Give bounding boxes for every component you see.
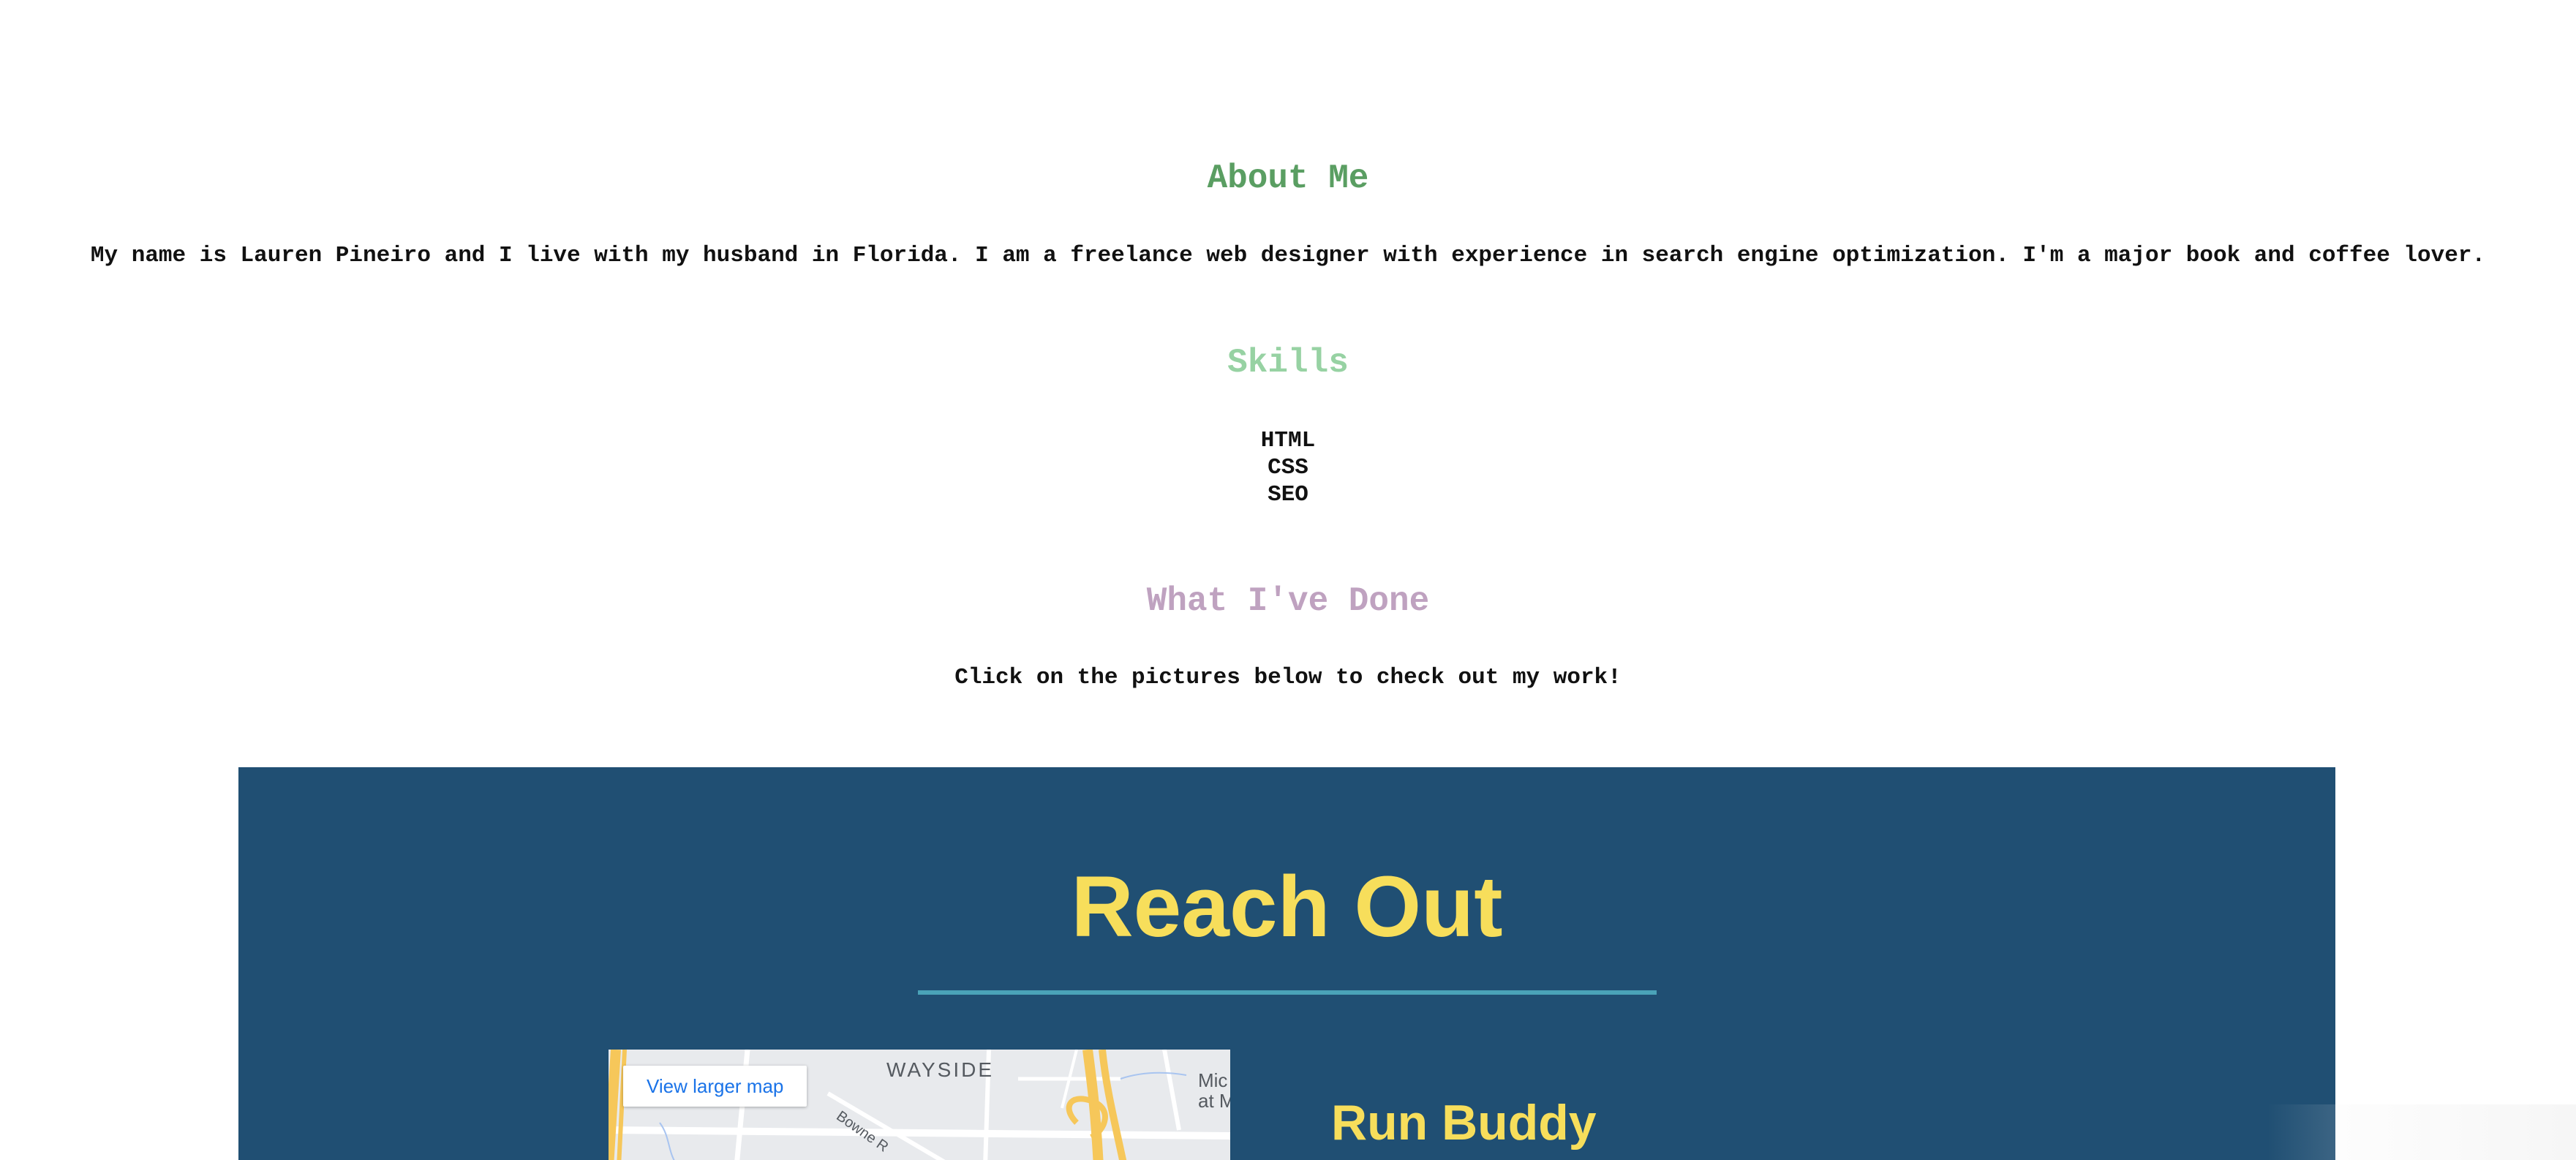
- skills-heading: Skills: [1227, 344, 1349, 382]
- view-larger-map-link[interactable]: View larger map: [623, 1066, 807, 1107]
- reach-out-section: Reach Out View larger map WAYSIDE Bowne …: [238, 767, 2335, 1160]
- map-label-mid: Mic at M: [1198, 1069, 1230, 1112]
- skill-item: CSS: [1268, 455, 1308, 481]
- work-text: Click on the pictures below to check out…: [954, 665, 1622, 690]
- work-heading: What I've Done: [1146, 582, 1430, 620]
- about-text: My name is Lauren Pineiro and I live wit…: [90, 243, 2486, 268]
- skill-item: SEO: [1268, 482, 1308, 508]
- skill-item: HTML: [1260, 428, 1316, 453]
- section-divider: [918, 990, 1657, 995]
- embedded-map[interactable]: View larger map WAYSIDE Bowne R Mic at M: [609, 1050, 1230, 1160]
- about-heading: About Me: [1207, 159, 1369, 197]
- skills-list: HTML CSS SEO: [0, 427, 2576, 508]
- business-name: Run Buddy: [1331, 1095, 1597, 1150]
- map-label-wayside: WAYSIDE: [886, 1058, 995, 1081]
- reach-out-title: Reach Out: [1071, 859, 1503, 955]
